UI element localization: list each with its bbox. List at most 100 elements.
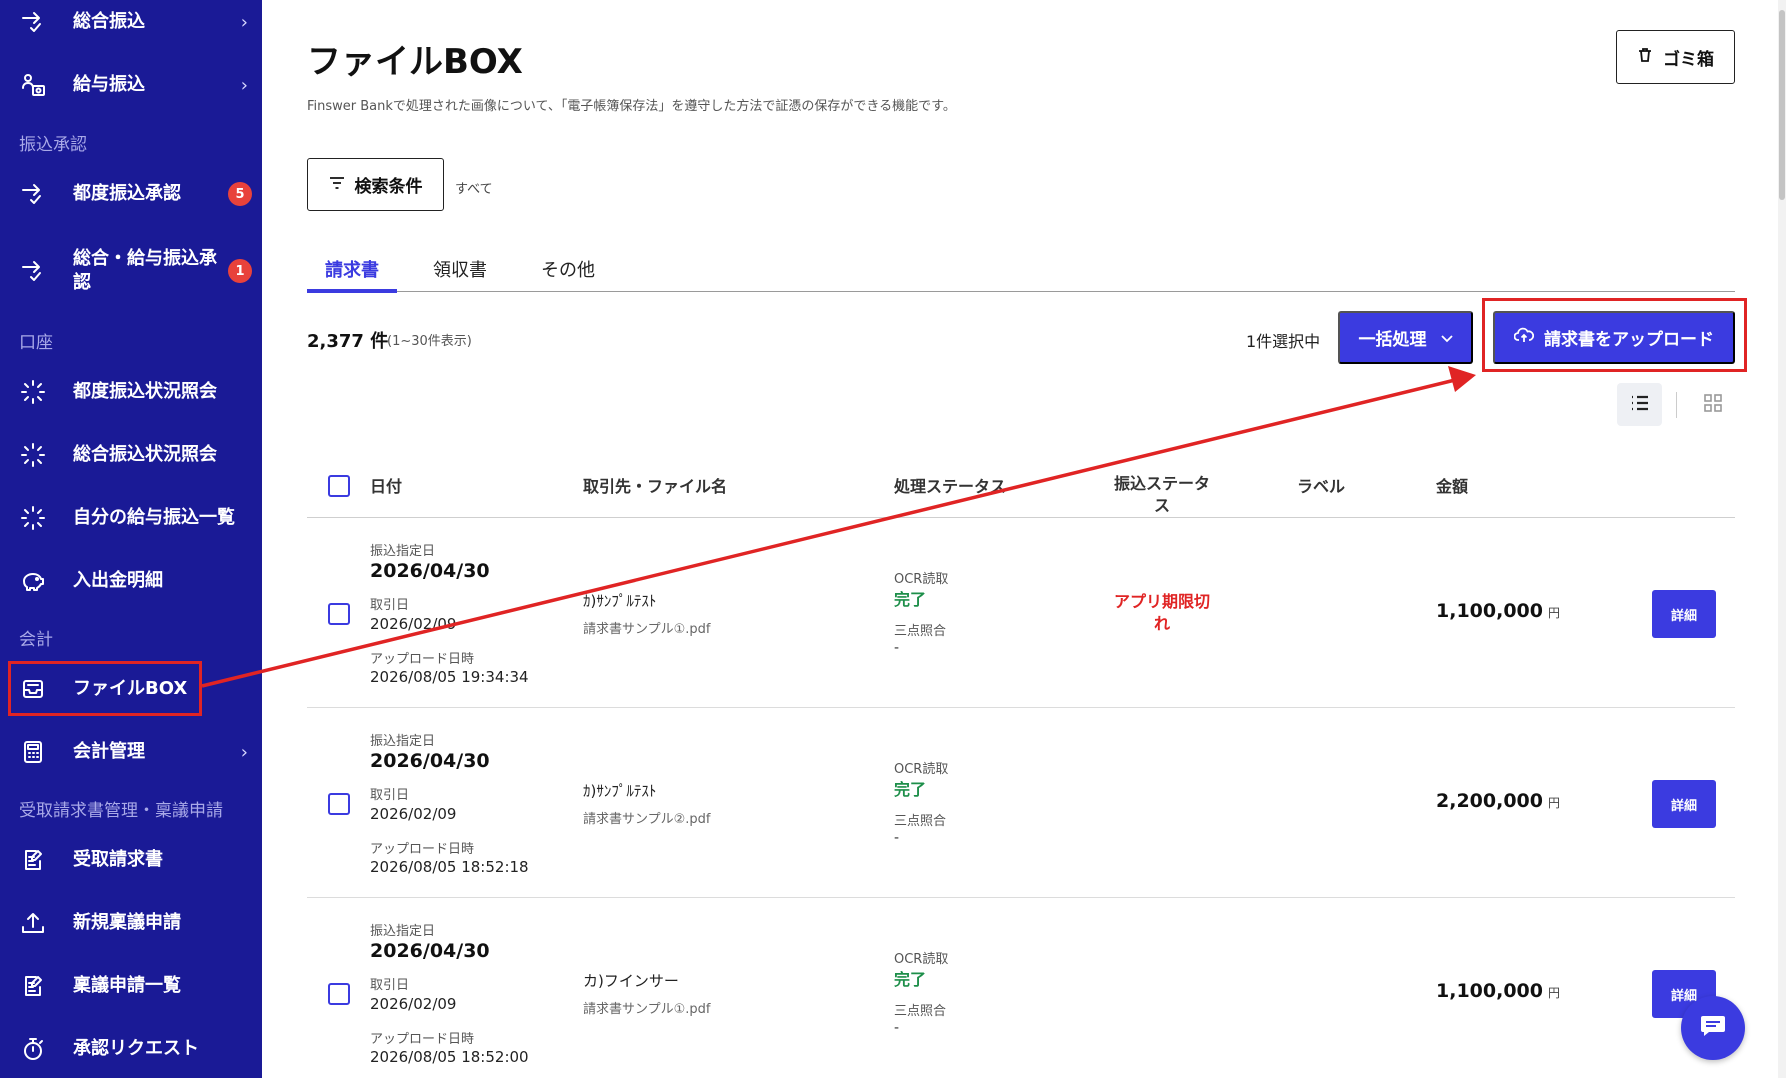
loading-spinner-icon [20,505,46,531]
tab-receipts[interactable]: 領収書 [433,256,487,282]
column-date: 日付 [370,477,403,496]
chat-support-button[interactable] [1681,996,1745,1060]
three-way-match-label: 三点照合 [894,1004,947,1019]
upload-icon [20,910,46,936]
tab-invoices[interactable]: 請求書 [325,256,379,282]
uploaded-at-label: アップロード日時 [370,842,475,857]
designated-date: 2026/04/30 [370,560,490,582]
transfer-arrow-icon [20,9,46,35]
column-label: ラベル [1297,477,1346,496]
vendor-name: ｶ)ｻﾝﾌﾟﾙﾃｽﾄ [583,592,657,610]
annotation-highlight-upload [1482,298,1747,372]
page-title: ファイルBOX [307,42,523,82]
grid-view-toggle[interactable] [1690,383,1735,426]
sidebar-item-my-payroll-list[interactable]: 自分の給与振込一覧 [0,488,262,548]
transaction-date: 2026/02/09 [370,805,457,823]
list-view-icon [1630,395,1650,415]
currency-unit: 円 [1547,796,1560,810]
ocr-status: 完了 [894,970,927,989]
document-tabs: 請求書 領収書 その他 [307,248,1735,293]
search-conditions-label: 検索条件 [354,177,423,196]
three-way-match-label: 三点照合 [894,814,947,829]
vendor-name: ｶ)ｻﾝﾌﾟﾙﾃｽﾄ [583,782,657,800]
row-checkbox[interactable] [328,983,350,1005]
table-row[interactable]: 振込指定日 2026/04/30 取引日 2026/02/09 アップロード日時… [307,898,1735,1078]
designated-date-label: 振込指定日 [370,924,436,939]
select-all-checkbox[interactable] [328,475,350,497]
sidebar-item-approval-requests[interactable]: 承認リクエスト [0,1019,262,1078]
sidebar-item-label: 入出金明細 [73,570,163,591]
row-checkbox[interactable] [328,793,350,815]
amount: 1,100,000 円 [1436,980,1560,1002]
file-name[interactable]: 請求書サンプル①.pdf [583,618,710,637]
page-scrollbar-thumb[interactable] [1779,10,1785,200]
uploaded-at-label: アップロード日時 [370,652,475,667]
loading-spinner-icon [20,442,46,468]
sidebar-item-deposit-withdrawal[interactable]: 入出金明細 [0,551,262,611]
transfer-arrow-icon [20,181,46,207]
ocr-label: OCR読取 [894,572,949,587]
edit-document-icon [20,973,46,999]
column-process-status: 処理ステータス [894,477,1007,496]
sidebar-item-bulk-transfer[interactable]: 総合振込 › [0,0,262,52]
file-name[interactable]: 請求書サンプル①.pdf [583,998,710,1017]
transaction-date-label: 取引日 [370,978,410,993]
sidebar-item-bulk-payroll-approval[interactable]: 総合・給与振込承認 1 [0,241,262,301]
sidebar-item-label: 都度振込状況照会 [73,381,217,402]
transaction-date: 2026/02/09 [370,615,457,633]
sidebar-item-bulk-transfer-status[interactable]: 総合振込状況照会 [0,425,262,485]
sidebar-item-accounting-management[interactable]: 会計管理 › [0,722,262,782]
chevron-down-icon [1440,328,1453,348]
sidebar: 総合振込 › 給与振込 › 振込承認 都度振込承認 5 総合・給与振込承認 1 … [0,0,262,1078]
column-amount: 金額 [1436,477,1469,496]
designated-date-label: 振込指定日 [370,544,436,559]
trash-icon [1637,47,1653,68]
chevron-right-icon: › [240,74,248,96]
file-name[interactable]: 請求書サンプル②.pdf [583,808,710,827]
chat-bubble-icon [1700,1014,1726,1042]
sidebar-item-single-transfer-approval[interactable]: 都度振込承認 5 [0,164,262,224]
trash-button[interactable]: ゴミ箱 [1616,30,1735,84]
search-conditions-button[interactable]: 検索条件 [307,158,444,211]
trash-button-label: ゴミ箱 [1663,49,1714,69]
table-row[interactable]: 振込指定日 2026/04/30 取引日 2026/02/09 アップロード日時… [307,708,1735,898]
view-toggle-divider [1676,392,1677,418]
table-row[interactable]: 振込指定日 2026/04/30 取引日 2026/02/09 アップロード日時… [307,518,1735,708]
three-way-match-value: - [894,1020,900,1036]
sidebar-item-new-approval-request[interactable]: 新規稟議申請 [0,893,262,953]
three-way-match-label: 三点照合 [894,624,947,639]
selected-count: 1件選択中 [1246,332,1321,351]
chevron-right-icon: › [240,11,248,33]
ocr-status: 完了 [894,590,927,609]
amount: 2,200,000 円 [1436,790,1560,812]
sidebar-item-single-transfer-status[interactable]: 都度振込状況照会 [0,362,262,422]
three-way-match-value: - [894,830,900,846]
sidebar-item-label: 総合・給与振込承認 [73,248,217,293]
designated-date-label: 振込指定日 [370,734,436,749]
annotation-highlight-sidebar [8,661,202,716]
sidebar-item-label: 会計管理 [73,741,145,762]
bulk-action-button[interactable]: 一括処理 [1338,311,1473,364]
notification-badge: 1 [228,259,252,283]
transaction-date: 2026/02/09 [370,995,457,1013]
row-checkbox[interactable] [328,603,350,625]
tab-others[interactable]: その他 [541,256,595,282]
ocr-status: 完了 [894,780,927,799]
sidebar-item-label: 総合振込状況照会 [73,444,217,465]
active-tab-indicator [307,289,397,293]
sidebar-item-received-invoices[interactable]: 受取請求書 [0,830,262,890]
detail-button[interactable]: 詳細 [1652,780,1716,828]
currency-unit: 円 [1547,986,1560,1000]
sidebar-section-account: 口座 [19,333,53,353]
sidebar-item-label: 都度振込承認 [73,183,181,204]
sidebar-item-label: 新規稟議申請 [73,912,181,933]
sidebar-item-payroll-transfer[interactable]: 給与振込 › [0,55,262,115]
transfer-status: アプリ期限切れ [1113,592,1210,633]
sidebar-item-label: 稟議申請一覧 [73,975,181,996]
ocr-label: OCR読取 [894,762,949,777]
list-view-toggle[interactable] [1617,383,1662,426]
detail-button[interactable]: 詳細 [1652,590,1716,638]
sidebar-item-label: 総合振込 [73,11,145,32]
sidebar-item-approval-list[interactable]: 稟議申請一覧 [0,956,262,1016]
currency-unit: 円 [1547,606,1560,620]
